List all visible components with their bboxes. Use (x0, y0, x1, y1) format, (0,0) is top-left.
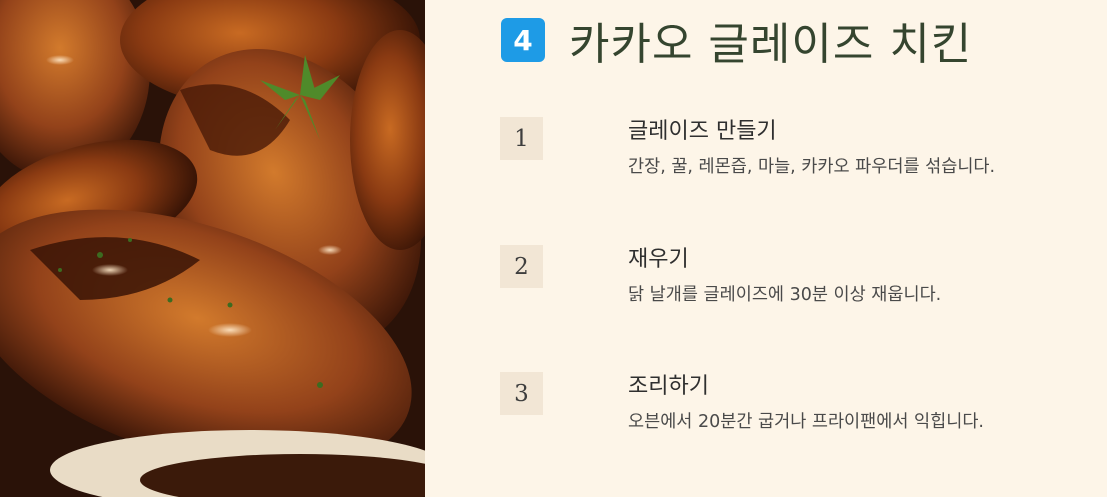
step-number: 3 (500, 372, 543, 415)
step-title: 재우기 (628, 247, 689, 272)
step-number: 1 (500, 117, 543, 160)
recipe-header: 4 카카오 글레이즈 치킨 (501, 10, 972, 70)
recipe-title: 카카오 글레이즈 치킨 (569, 19, 973, 70)
step-title: 글레이즈 만들기 (628, 119, 777, 144)
step-description: 간장, 꿀, 레몬즙, 마늘, 카카오 파우더를 섞습니다. (628, 157, 996, 177)
step-number: 2 (500, 245, 543, 288)
recipe-panel: 4 카카오 글레이즈 치킨 1 글레이즈 만들기 간장, 꿀, 레몬즙, 마늘,… (425, 0, 1107, 497)
chicken-photo (0, 0, 425, 497)
recipe-number-badge: 4 (501, 18, 545, 62)
step-title: 조리하기 (628, 374, 709, 399)
step-description: 오븐에서 20분간 굽거나 프라이팬에서 익힙니다. (628, 412, 984, 432)
step-description: 닭 날개를 글레이즈에 30분 이상 재웁니다. (628, 285, 942, 305)
